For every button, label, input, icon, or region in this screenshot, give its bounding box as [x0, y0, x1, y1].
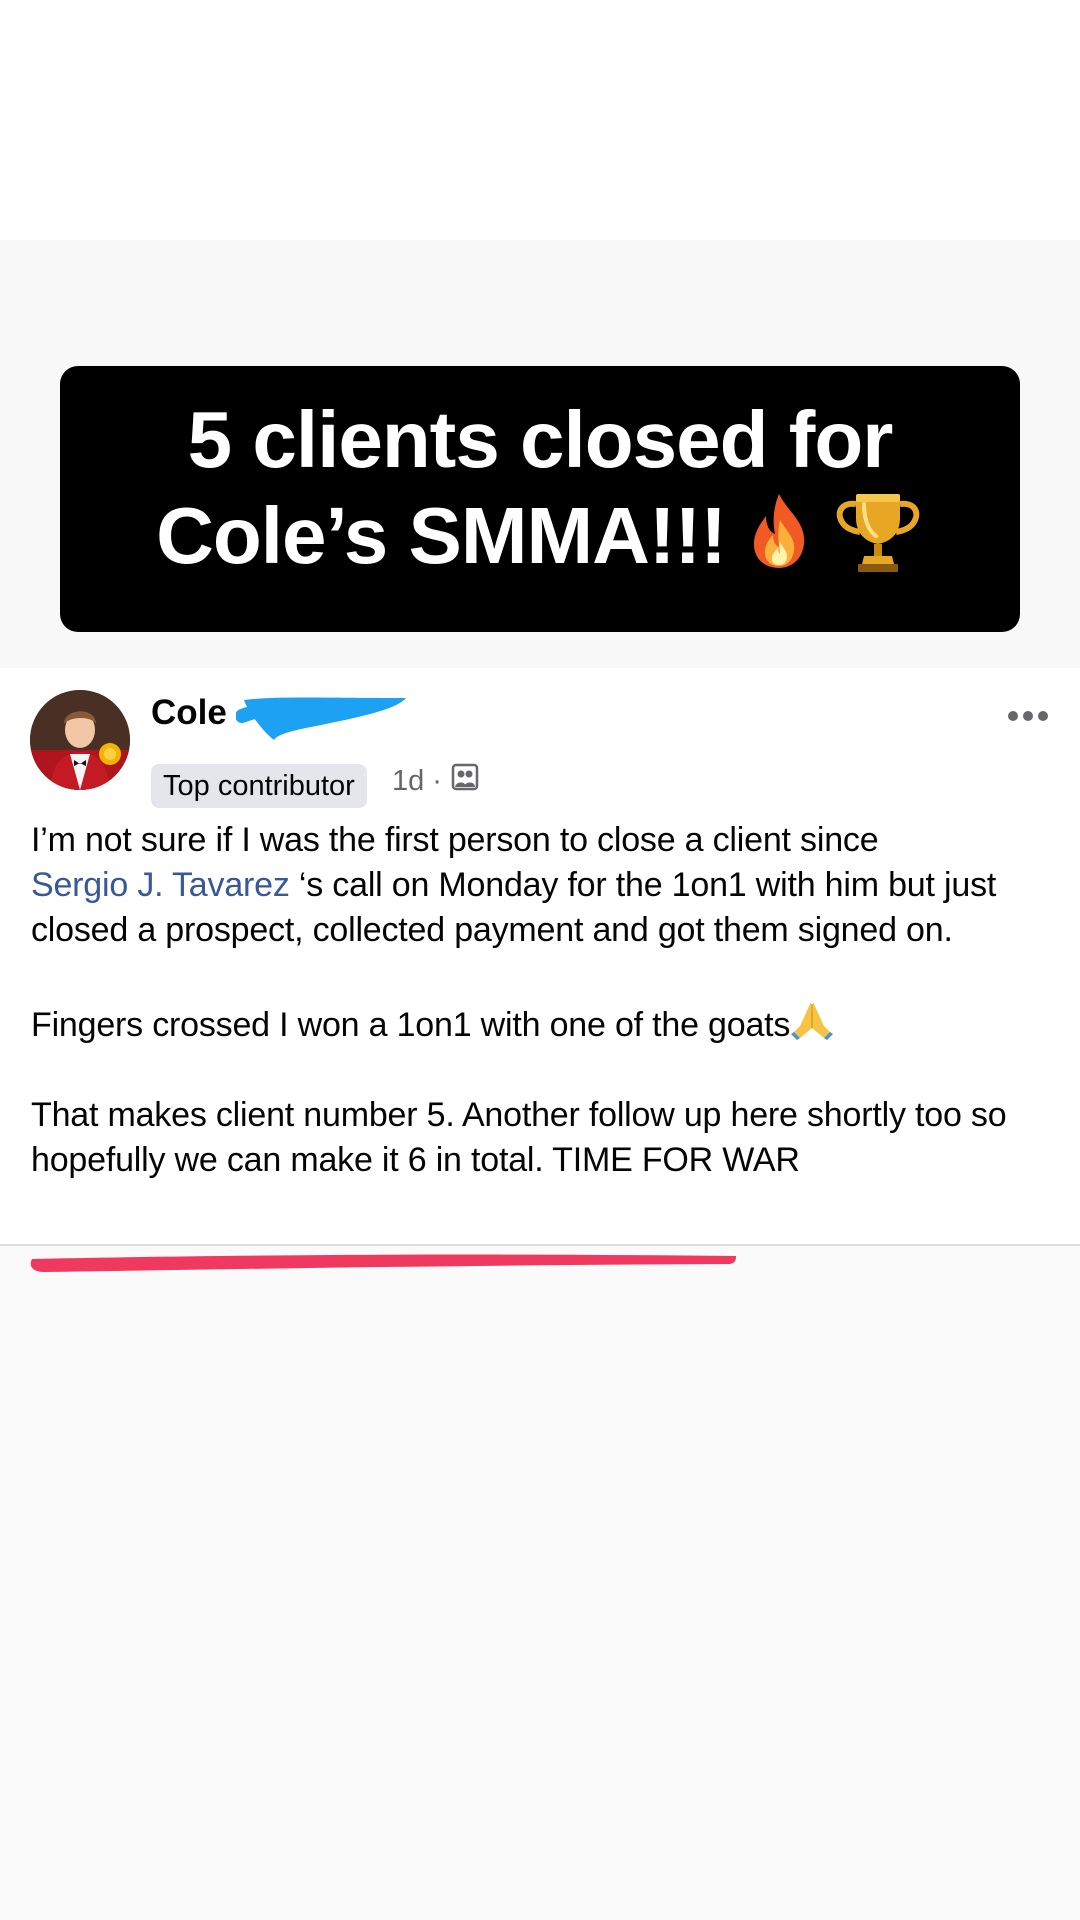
post-body: I’m not sure if I was the first person t…	[31, 818, 1061, 1228]
headline-line-2-text: Cole’s SMMA!!!	[156, 491, 727, 580]
post-meta: 1d ·	[392, 762, 480, 800]
headline-line-1: 5 clients closed for	[187, 395, 894, 484]
dot	[1023, 711, 1033, 721]
author-name[interactable]: Cole	[151, 692, 227, 734]
paragraph-2-text: Fingers crossed I won a 1on1 with one of…	[31, 1006, 791, 1044]
paragraph-1-start: I’m not sure if I was the first person t…	[31, 821, 879, 859]
redaction-scribble	[235, 688, 412, 751]
story-canvas: 5 clients closed for Cole’s SMMA!!! Cole…	[0, 0, 1080, 1920]
avatar[interactable]	[30, 690, 130, 790]
trophy-icon	[832, 488, 924, 595]
post-time[interactable]: 1d	[392, 765, 424, 798]
mention-link[interactable]: Sergio J. Tavarez	[31, 866, 290, 904]
fire-icon	[744, 492, 814, 591]
more-options-button[interactable]	[1008, 706, 1054, 726]
group-icon	[450, 762, 480, 800]
post-card: Cole Top contributor 1d · I’m not sure i…	[0, 668, 1080, 1246]
highlight-underline	[24, 1247, 744, 1282]
praying-hands-icon	[790, 1002, 834, 1044]
meta-separator: ·	[432, 764, 442, 797]
post-paragraph-2: Fingers crossed I won a 1on1 with one of…	[31, 998, 1061, 1048]
top-contributor-badge[interactable]: Top contributor	[151, 764, 367, 808]
dot	[1038, 711, 1048, 721]
headline-line-2: Cole’s SMMA!!!	[60, 488, 1020, 595]
headline-banner: 5 clients closed for Cole’s SMMA!!!	[60, 366, 1020, 632]
post-paragraph-1: I’m not sure if I was the first person t…	[31, 818, 1061, 953]
post-paragraph-3: That makes client number 5. Another foll…	[31, 1096, 1007, 1179]
dot	[1008, 711, 1018, 721]
